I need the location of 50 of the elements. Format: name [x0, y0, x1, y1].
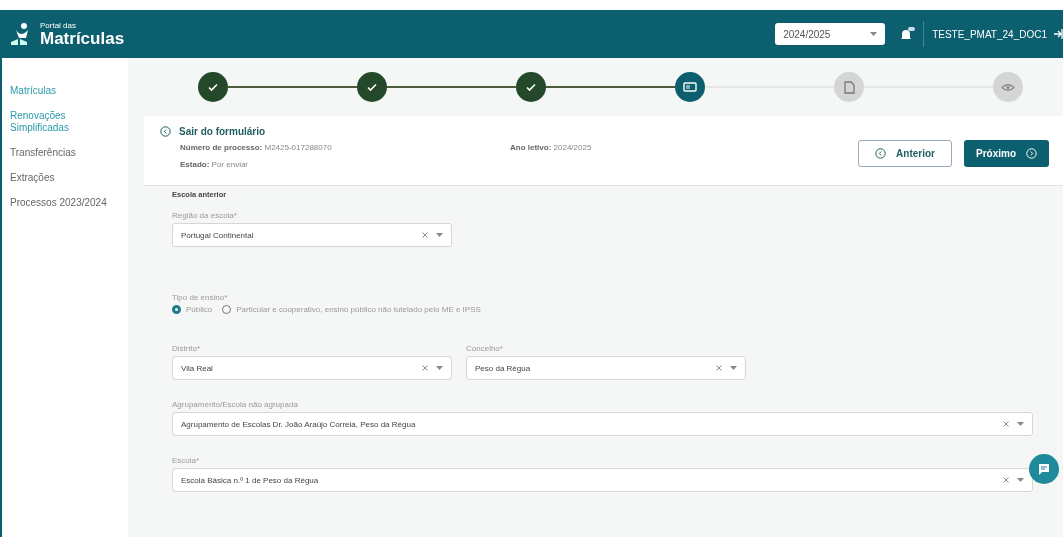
- field-label: Concelho*: [466, 344, 504, 353]
- select-field[interactable]: Portugal Continental: [172, 223, 452, 247]
- check-icon: [525, 81, 537, 93]
- chat-button[interactable]: [1029, 454, 1059, 484]
- id-card-icon: [683, 82, 697, 92]
- check-icon: [366, 81, 378, 93]
- clear-icon[interactable]: [1003, 421, 1009, 427]
- chat-icon: [1037, 462, 1051, 476]
- caret-icon: [436, 365, 443, 371]
- document-icon: [843, 80, 855, 94]
- user-name[interactable]: TESTE_PMAT_24_DOC1: [923, 21, 1053, 47]
- bell-icon[interactable]: [899, 26, 916, 42]
- sidebar-item[interactable]: Transferências: [2, 142, 128, 167]
- back-icon: [160, 126, 171, 137]
- field-label: Distrito*: [172, 344, 201, 353]
- clear-icon[interactable]: [716, 365, 722, 371]
- logo-subtitle: Portal das: [40, 21, 78, 30]
- clear-icon[interactable]: [422, 365, 428, 371]
- next-button[interactable]: Próximo: [964, 140, 1049, 167]
- check-icon: [207, 81, 219, 93]
- caret-icon: [870, 31, 878, 37]
- clear-icon[interactable]: [1003, 477, 1009, 483]
- exit-form-link[interactable]: Sair do formulário: [160, 126, 859, 137]
- year-select[interactable]: 2024/2025: [775, 23, 886, 45]
- sidebar-item[interactable]: Renovações Simplificadas: [2, 105, 128, 142]
- caret-icon: [436, 232, 443, 238]
- sidebar-item[interactable]: Extrações: [2, 167, 128, 192]
- caret-icon: [1017, 477, 1024, 483]
- forward-icon: [1026, 148, 1037, 159]
- sidebar-item[interactable]: Matrículas: [2, 80, 128, 105]
- field-label: Agrupamento/Escola não agrupada: [172, 400, 299, 409]
- process-number: Número de processo: M2425-017288070: [180, 143, 333, 152]
- logout-icon[interactable]: [1053, 28, 1063, 40]
- previous-button[interactable]: Anterior: [858, 140, 952, 167]
- field-label: Região da escola*: [172, 211, 238, 220]
- select-field[interactable]: Agrupamento de Escolas Dr. João Araújo Correia, Peso da Régua: [172, 412, 1033, 436]
- select-field[interactable]: Vila Real: [172, 356, 452, 380]
- select-field[interactable]: Peso da Régua: [466, 356, 746, 380]
- eye-icon: [1001, 82, 1015, 92]
- clear-icon[interactable]: [422, 232, 428, 238]
- sidebar-item[interactable]: Processos 2023/2024: [2, 192, 128, 217]
- back-icon: [875, 148, 887, 159]
- process-state: Estado: Por enviar: [180, 160, 249, 169]
- caret-icon: [730, 365, 737, 371]
- logo-title: Matrículas: [40, 29, 125, 47]
- field-label: Tipo de ensino*: [172, 293, 229, 302]
- field-label: Escola*: [172, 456, 201, 465]
- select-field[interactable]: Escola Básica n.º 1 de Peso da Régua: [172, 468, 1033, 492]
- caret-icon: [1017, 421, 1024, 427]
- school-year: Ano letivo: 2024/2025: [510, 143, 592, 152]
